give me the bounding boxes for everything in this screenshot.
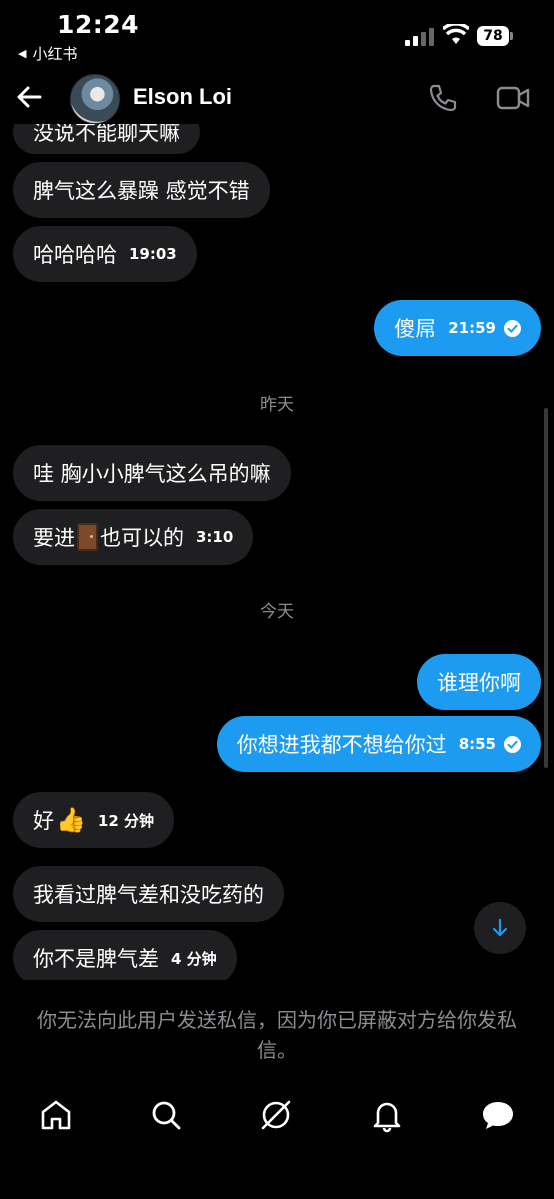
message-text: 哇 胸小小脾气这么吊的嘛: [33, 462, 271, 486]
message-bubble-outgoing[interactable]: 谁理你啊: [417, 654, 541, 710]
back-to-app-link[interactable]: ◀ 小红书: [18, 43, 77, 64]
battery-indicator: 78: [477, 26, 515, 46]
cellular-signal-icon: [405, 28, 434, 46]
message-bubble-incoming[interactable]: 哈哈哈哈 19:03: [13, 226, 197, 282]
scrollbar[interactable]: [544, 408, 548, 768]
wifi-icon: [443, 24, 469, 44]
chat-bubble-icon[interactable]: [480, 1097, 516, 1133]
read-check-icon: [504, 319, 521, 337]
day-separator: 今天: [260, 602, 294, 622]
message-text: 哈哈哈哈: [33, 243, 117, 267]
message-bubble-incoming[interactable]: 你不是脾气差 4 分钟: [13, 930, 237, 980]
message-text: 好: [33, 809, 54, 833]
back-app-label: 小红书: [32, 45, 78, 63]
status-time: 12:24: [57, 10, 140, 39]
message-text: 谁理你啊: [437, 671, 521, 695]
read-check-icon: [504, 735, 521, 753]
video-icon[interactable]: [496, 84, 530, 112]
message-bubble-outgoing[interactable]: 傻屌 21:59: [374, 300, 541, 356]
message-bubble-incoming[interactable]: 我看过脾气差和没吃药的: [13, 866, 284, 922]
message-text: 也可以的: [100, 526, 184, 550]
message-bubble-incoming[interactable]: 脾气这么暴躁 感觉不错: [13, 162, 270, 218]
message-time: 19:03: [129, 245, 177, 263]
avatar[interactable]: [70, 74, 120, 124]
scroll-to-bottom-button[interactable]: [474, 902, 526, 954]
message-time: 12 分钟: [97, 811, 154, 830]
message-list[interactable]: 没说不能聊天嘛 脾气这么暴躁 感觉不错 哈哈哈哈 19:03 傻屌 21:59 …: [0, 124, 554, 980]
message-time: 21:59: [448, 319, 496, 337]
message-time: 8:55: [458, 735, 496, 753]
search-icon[interactable]: [148, 1097, 184, 1133]
back-triangle-icon: ◀: [18, 47, 27, 60]
message-bubble-incoming[interactable]: 要进 也可以的 3:10: [13, 509, 254, 565]
blocked-notice: 你无法向此用户发送私信，因为你已屏蔽对方给你发私信。: [37, 1008, 517, 1062]
door-emoji-icon: [77, 523, 98, 551]
message-bubble-incoming[interactable]: 哇 胸小小脾气这么吊的嘛: [13, 445, 291, 501]
message-text: 傻屌: [394, 317, 437, 341]
message-time: 3:10: [196, 528, 234, 546]
bell-icon[interactable]: [369, 1097, 405, 1133]
message-text: 脾气这么暴躁 感觉不错: [33, 179, 250, 203]
arrow-left-icon[interactable]: [14, 82, 44, 112]
message-bubble-outgoing[interactable]: 你想进我都不想给你过 8:55: [216, 716, 541, 772]
message-bubble-incoming[interactable]: 没说不能聊天嘛: [13, 124, 200, 154]
message-text: 你不是脾气差: [33, 947, 159, 971]
battery-level: 78: [477, 26, 509, 46]
message-text: 要进: [33, 526, 75, 550]
thumbs-up-emoji-icon: 👍: [56, 806, 86, 834]
phone-icon[interactable]: [427, 82, 459, 114]
message-text: 你想进我都不想给你过: [236, 733, 447, 757]
message-text: 没说不能聊天嘛: [33, 124, 180, 145]
message-bubble-incoming[interactable]: 好 👍 12 分钟: [13, 792, 174, 848]
grok-icon[interactable]: [258, 1097, 294, 1133]
message-time: 4 分钟: [171, 949, 217, 968]
home-icon[interactable]: [38, 1097, 74, 1133]
message-text: 我看过脾气差和没吃药的: [33, 883, 264, 907]
contact-name[interactable]: Elson Loi: [133, 84, 232, 110]
day-separator: 昨天: [260, 395, 294, 415]
